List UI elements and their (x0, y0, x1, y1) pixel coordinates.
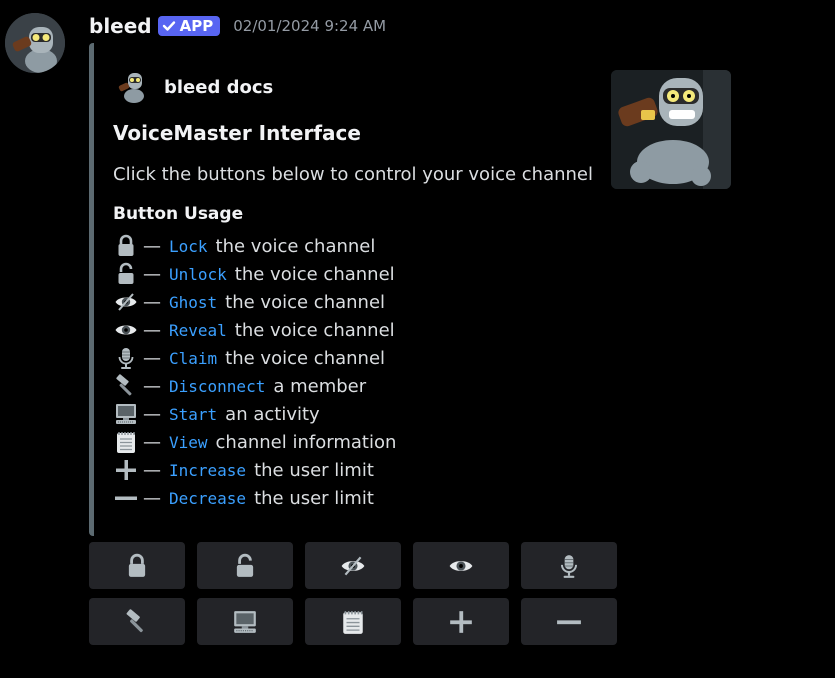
separator: — (143, 459, 161, 481)
usage-command: Ghost (169, 292, 218, 312)
reveal-button[interactable] (413, 542, 509, 589)
lock-icon (128, 553, 146, 577)
usage-item-decrease: — Decrease the user limit (113, 484, 396, 512)
separator: — (143, 403, 161, 425)
user-avatar[interactable] (5, 13, 65, 73)
computer-icon (234, 610, 256, 633)
notepad-icon (113, 429, 139, 455)
usage-item-disconnect: — Disconnect a member (113, 372, 396, 400)
usage-command: View (169, 432, 208, 452)
usage-text: the user limit (254, 459, 374, 481)
eye-hidden-icon (113, 289, 139, 315)
unlock-button[interactable] (197, 542, 293, 589)
checkmark-icon (162, 21, 175, 31)
usage-item-view: — View channel information (113, 428, 396, 456)
separator: — (143, 375, 161, 397)
eye-icon (113, 317, 139, 343)
button-grid (89, 542, 617, 645)
separator: — (143, 319, 161, 341)
app-badge-label: APP (179, 17, 214, 35)
username[interactable]: bleed (89, 14, 152, 38)
usage-text: channel information (215, 431, 397, 453)
activity-button[interactable] (197, 598, 293, 645)
usage-text: the voice channel (234, 263, 395, 285)
plus-icon (113, 457, 139, 483)
separator: — (143, 431, 161, 453)
usage-text: the voice channel (225, 347, 386, 369)
usage-item-unlock: — Unlock the voice channel (113, 260, 396, 288)
plus-icon (450, 610, 472, 633)
usage-command: Decrease (169, 488, 247, 508)
usage-text: an activity (225, 403, 320, 425)
microphone-icon (560, 554, 578, 578)
usage-text: the voice channel (234, 319, 395, 341)
computer-icon (113, 401, 139, 427)
hammer-icon (113, 373, 139, 399)
embed-description: Click the buttons below to control your … (113, 164, 593, 185)
usage-command: Lock (169, 236, 208, 256)
embed: bleed docs VoiceMaster Interface Click t… (89, 43, 742, 536)
usage-item-claim: — Claim the voice channel (113, 344, 396, 372)
usage-text: the user limit (254, 487, 374, 509)
usage-command: Reveal (169, 320, 227, 340)
unlock-icon (236, 553, 254, 577)
usage-command: Increase (169, 460, 247, 480)
separator: — (143, 263, 161, 285)
notepad-icon (343, 610, 363, 634)
usage-command: Start (169, 404, 218, 424)
usage-item-ghost: — Ghost the voice channel (113, 288, 396, 316)
lock-icon (113, 233, 139, 259)
message-header: bleed APP 02/01/2024 9:24 AM (89, 12, 386, 40)
ghost-button[interactable] (305, 542, 401, 589)
usage-command: Unlock (169, 264, 227, 284)
separator: — (143, 235, 161, 257)
minus-icon (557, 619, 581, 624)
usage-item-start: — Start an activity (113, 400, 396, 428)
usage-text: the voice channel (215, 235, 376, 257)
eye-icon (449, 560, 473, 571)
minus-icon (113, 485, 139, 511)
disconnect-button[interactable] (89, 598, 185, 645)
usage-command: Claim (169, 348, 218, 368)
author-avatar (118, 73, 144, 103)
usage-item-reveal: — Reveal the voice channel (113, 316, 396, 344)
separator: — (143, 347, 161, 369)
embed-thumbnail[interactable] (611, 70, 731, 189)
timestamp[interactable]: 02/01/2024 9:24 AM (233, 17, 386, 35)
embed-author: bleed docs (116, 70, 273, 104)
embed-title: VoiceMaster Interface (113, 121, 361, 145)
claim-button[interactable] (521, 542, 617, 589)
eye-hidden-icon (341, 556, 365, 575)
usage-text: a member (273, 375, 367, 397)
usage-text: the voice channel (225, 291, 386, 313)
decrease-limit-button[interactable] (521, 598, 617, 645)
usage-title: Button Usage (113, 204, 244, 224)
lock-button[interactable] (89, 542, 185, 589)
usage-item-increase: — Increase the user limit (113, 456, 396, 484)
usage-item-lock: — Lock the voice channel (113, 232, 396, 260)
microphone-icon (113, 345, 139, 371)
hammer-icon (126, 608, 143, 632)
separator: — (143, 291, 161, 313)
unlock-icon (113, 261, 139, 287)
increase-limit-button[interactable] (413, 598, 509, 645)
usage-command: Disconnect (169, 376, 266, 396)
separator: — (143, 487, 161, 509)
author-name: bleed docs (164, 76, 274, 98)
usage-list: — Lock the voice channel — Unlock the vo… (113, 232, 396, 512)
app-badge: APP (157, 16, 221, 36)
view-info-button[interactable] (305, 598, 401, 645)
